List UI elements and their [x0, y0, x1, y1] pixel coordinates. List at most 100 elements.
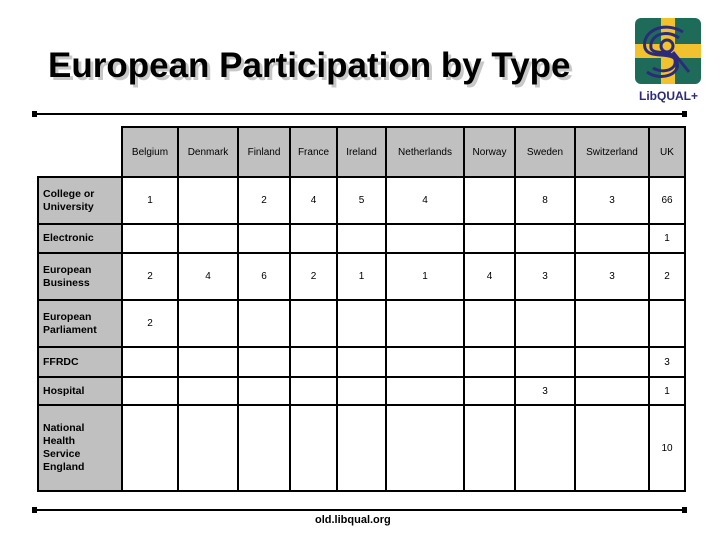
table-cell: 3	[514, 252, 576, 301]
table-cell: 2	[121, 252, 179, 301]
table-cell	[385, 376, 465, 406]
table-cell	[289, 376, 338, 406]
table-cell	[648, 299, 686, 348]
table-cell	[336, 299, 387, 348]
table-cell: 4	[177, 252, 239, 301]
row-label: FFRDC	[37, 346, 123, 378]
table-cell	[574, 346, 650, 378]
table-cell: 2	[237, 176, 291, 225]
table-cell	[514, 346, 576, 378]
table-cell	[177, 404, 239, 492]
table-row: FFRDC 3	[37, 346, 686, 378]
table-cell	[237, 376, 291, 406]
column-header: Denmark	[177, 126, 239, 178]
column-header: Finland	[237, 126, 291, 178]
table-cell	[177, 376, 239, 406]
libqual-logo-icon: LibQUAL+	[635, 18, 701, 103]
table-cell	[463, 176, 516, 225]
table-cell	[514, 223, 576, 254]
table-cell	[514, 299, 576, 348]
footer-url: old.libqual.org	[315, 514, 391, 526]
table-cell	[177, 176, 239, 225]
table-cell: 1	[385, 252, 465, 301]
table-cell	[121, 346, 179, 378]
table-cell: 2	[121, 299, 179, 348]
table-cell: 3	[574, 252, 650, 301]
table-cell	[463, 404, 516, 492]
table-cell: 3	[574, 176, 650, 225]
table-cell: 66	[648, 176, 686, 225]
table-cell: 10	[648, 404, 686, 492]
table-corner	[38, 127, 123, 178]
table-cell	[463, 376, 516, 406]
table-cell: 3	[648, 346, 686, 378]
bottom-divider	[32, 507, 687, 513]
table-cell	[237, 404, 291, 492]
table-cell: 5	[336, 176, 387, 225]
table-cell	[237, 299, 291, 348]
table-cell: 2	[648, 252, 686, 301]
table-row: European Business 2 4 6 2 1 1 4 3 3 2	[37, 252, 686, 301]
column-header: Switzerland	[574, 126, 650, 178]
table-cell: 6	[237, 252, 291, 301]
table-cell	[385, 223, 465, 254]
table-cell: 4	[289, 176, 338, 225]
table-cell	[177, 346, 239, 378]
table-cell	[177, 223, 239, 254]
top-divider	[32, 111, 687, 117]
table-cell	[121, 376, 179, 406]
column-header: Netherlands	[385, 126, 465, 178]
table-row: National Health Service England 10	[37, 404, 686, 492]
table-cell	[336, 404, 387, 492]
column-header: Norway	[463, 126, 516, 178]
table-cell	[237, 346, 291, 378]
row-label: European Business	[37, 252, 123, 301]
column-header: Belgium	[121, 126, 179, 178]
logo-text: LibQUAL+	[639, 89, 698, 103]
column-header: UK	[648, 126, 686, 178]
table-cell: 4	[385, 176, 465, 225]
row-label: National Health Service England	[37, 404, 123, 492]
column-header: France	[289, 126, 338, 178]
table-cell	[336, 376, 387, 406]
column-header: Sweden	[514, 126, 576, 178]
table-cell	[289, 404, 338, 492]
table-cell	[289, 223, 338, 254]
table-row: Electronic 1	[37, 223, 686, 254]
participation-table: Belgium Denmark Finland France Ireland N…	[37, 126, 686, 492]
table-cell	[336, 346, 387, 378]
page-title: European Participation by Type	[48, 46, 571, 85]
table-cell: 1	[648, 223, 686, 254]
table-cell	[289, 346, 338, 378]
table-cell	[121, 223, 179, 254]
table-cell: 1	[336, 252, 387, 301]
table-cell: 2	[289, 252, 338, 301]
table-cell	[385, 404, 465, 492]
table-cell	[574, 299, 650, 348]
table-cell	[121, 404, 179, 492]
header-row: Belgium Denmark Finland France Ireland N…	[38, 126, 686, 178]
table-cell: 4	[463, 252, 516, 301]
table-cell	[574, 404, 650, 492]
column-header: Ireland	[336, 126, 387, 178]
table-cell	[177, 299, 239, 348]
table-cell	[574, 376, 650, 406]
table-cell	[463, 346, 516, 378]
table-cell: 1	[648, 376, 686, 406]
table-cell	[385, 299, 465, 348]
table-cell: 3	[514, 376, 576, 406]
table-cell	[336, 223, 387, 254]
row-label: European Parliament	[37, 299, 123, 348]
table-cell	[514, 404, 576, 492]
table-cell: 8	[514, 176, 576, 225]
row-label: Electronic	[37, 223, 123, 254]
table-cell	[385, 346, 465, 378]
table-cell: 1	[121, 176, 179, 225]
table-cell	[574, 223, 650, 254]
table-cell	[463, 299, 516, 348]
table-row: European Parliament 2	[37, 299, 686, 348]
table-cell	[463, 223, 516, 254]
table-row: Hospital 3 1	[37, 376, 686, 406]
row-label: Hospital	[37, 376, 123, 406]
table-cell	[289, 299, 338, 348]
